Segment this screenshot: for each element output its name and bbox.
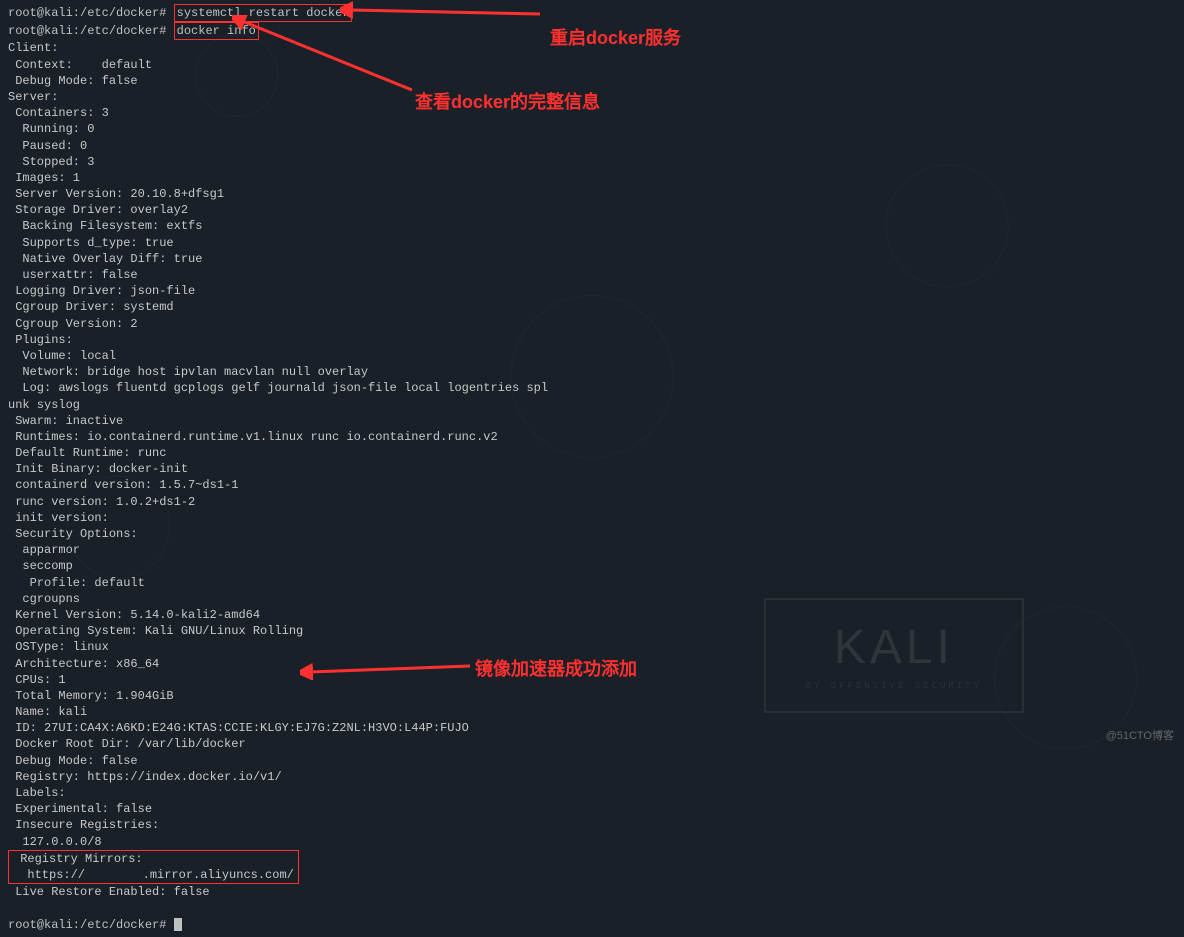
out-mirrors: Registry Mirrors: bbox=[13, 851, 294, 867]
out-defaultrt: Default Runtime: runc bbox=[8, 445, 1176, 461]
out-runcv: runc version: 1.0.2+ds1-2 bbox=[8, 494, 1176, 510]
annotation-info: 查看docker的完整信息 bbox=[415, 88, 600, 114]
annotation-restart: 重启docker服务 bbox=[550, 24, 681, 50]
out-storage: Storage Driver: overlay2 bbox=[8, 202, 1176, 218]
out-runtimes: Runtimes: io.containerd.runtime.v1.linux… bbox=[8, 429, 1176, 445]
out-dtype: Supports d_type: true bbox=[8, 235, 1176, 251]
out-native: Native Overlay Diff: true bbox=[8, 251, 1176, 267]
out-registry: Registry: https://index.docker.io/v1/ bbox=[8, 769, 1176, 785]
out-secopts: Security Options: bbox=[8, 526, 1176, 542]
out-apparmor: apparmor bbox=[8, 542, 1176, 558]
out-cgroupns: cgroupns bbox=[8, 591, 1176, 607]
out-labels: Labels: bbox=[8, 785, 1176, 801]
out-plugins: Plugins: bbox=[8, 332, 1176, 348]
out-log2: unk syslog bbox=[8, 397, 1176, 413]
out-version: Server Version: 20.10.8+dfsg1 bbox=[8, 186, 1176, 202]
out-backing: Backing Filesystem: extfs bbox=[8, 218, 1176, 234]
prompt-prefix: root@kali:/etc/docker# bbox=[8, 6, 174, 20]
out-insecure: Insecure Registries: bbox=[8, 817, 1176, 833]
out-context: Context: default bbox=[8, 57, 1176, 73]
out-seccomp: seccomp bbox=[8, 558, 1176, 574]
out-network: Network: bridge host ipvlan macvlan null… bbox=[8, 364, 1176, 380]
out-kernel: Kernel Version: 5.14.0-kali2-amd64 bbox=[8, 607, 1176, 623]
prompt-prefix: root@kali:/etc/docker# bbox=[8, 918, 174, 932]
cursor-icon bbox=[174, 918, 182, 931]
out-volume: Volume: local bbox=[8, 348, 1176, 364]
out-name: Name: kali bbox=[8, 704, 1176, 720]
out-running: Running: 0 bbox=[8, 121, 1176, 137]
out-os: Operating System: Kali GNU/Linux Rolling bbox=[8, 623, 1176, 639]
out-liverestore: Live Restore Enabled: false bbox=[8, 884, 1176, 900]
out-debug: Debug Mode: false bbox=[8, 73, 1176, 89]
out-stopped: Stopped: 3 bbox=[8, 154, 1176, 170]
out-swarm: Swarm: inactive bbox=[8, 413, 1176, 429]
out-mirror-url: https:// .mirror.aliyuncs.com/ bbox=[13, 867, 294, 883]
arrow-mirror-icon bbox=[300, 660, 480, 680]
out-blank2 bbox=[8, 900, 1176, 916]
prompt-prefix: root@kali:/etc/docker# bbox=[8, 24, 174, 38]
out-debug2: Debug Mode: false bbox=[8, 753, 1176, 769]
out-ostype: OSType: linux bbox=[8, 639, 1176, 655]
out-initv: init version: bbox=[8, 510, 1176, 526]
out-memory: Total Memory: 1.904GiB bbox=[8, 688, 1176, 704]
out-images: Images: 1 bbox=[8, 170, 1176, 186]
terminal-output: root@kali:/etc/docker# systemctl restart… bbox=[0, 0, 1184, 937]
out-profile: Profile: default bbox=[8, 575, 1176, 591]
out-initbin: Init Binary: docker-init bbox=[8, 461, 1176, 477]
out-log: Log: awslogs fluentd gcplogs gelf journa… bbox=[8, 380, 1176, 396]
out-paused: Paused: 0 bbox=[8, 138, 1176, 154]
out-cgroupv: Cgroup Version: 2 bbox=[8, 316, 1176, 332]
prompt-line-1: root@kali:/etc/docker# systemctl restart… bbox=[8, 4, 1176, 22]
out-containerdv: containerd version: 1.5.7~ds1-1 bbox=[8, 477, 1176, 493]
arrow-info-icon bbox=[232, 15, 422, 95]
prompt-line-3[interactable]: root@kali:/etc/docker# bbox=[8, 917, 1176, 933]
cto-watermark: @51CTO博客 bbox=[1106, 727, 1174, 743]
out-userxattr: userxattr: false bbox=[8, 267, 1176, 283]
out-cgroupd: Cgroup Driver: systemd bbox=[8, 299, 1176, 315]
mirror-block: Registry Mirrors: https:// .mirror.aliyu… bbox=[8, 850, 1176, 884]
out-id: ID: 27UI:CA4X:A6KD:E24G:KTAS:CCIE:KLGY:E… bbox=[8, 720, 1176, 736]
out-rootdir: Docker Root Dir: /var/lib/docker bbox=[8, 736, 1176, 752]
out-logging: Logging Driver: json-file bbox=[8, 283, 1176, 299]
annotation-mirror: 镜像加速器成功添加 bbox=[475, 655, 637, 681]
out-experimental: Experimental: false bbox=[8, 801, 1176, 817]
out-insecure-addr: 127.0.0.0/8 bbox=[8, 834, 1176, 850]
